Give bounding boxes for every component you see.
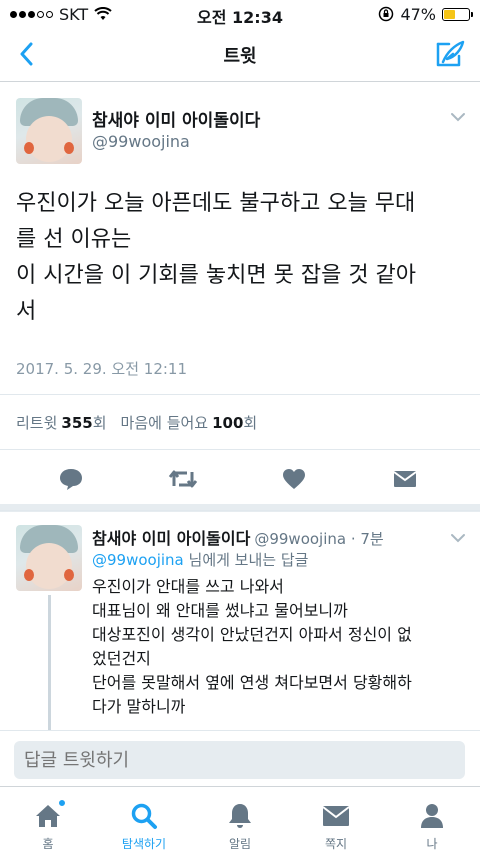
compose-tweet-button[interactable] bbox=[432, 36, 468, 72]
tab-label: 알림 bbox=[228, 837, 252, 851]
tweet-text-line: 우진이가 오늘 아픈데도 불구하고 오늘 무대 bbox=[16, 191, 416, 216]
thread-connector bbox=[48, 595, 51, 731]
reply-author-name[interactable]: 참새야 이미 아이돌이다 bbox=[92, 529, 250, 548]
status-right: 47% bbox=[378, 4, 473, 24]
battery-fill bbox=[444, 9, 456, 19]
reply-text: 우진이가 안대를 쓰고 나와서 대표님이 왜 안대를 썼냐고 물어보니까 대상포… bbox=[92, 575, 468, 719]
likes-count: 100 bbox=[212, 413, 244, 432]
home-icon bbox=[32, 799, 66, 831]
tab-home[interactable]: 홈 bbox=[0, 787, 96, 854]
reply-tweet[interactable]: 참새야 이미 아이돌이다 @99woojina · 7분 @99woojina 님… bbox=[0, 510, 480, 731]
chevron-down-icon[interactable] bbox=[450, 533, 466, 543]
tab-search[interactable]: 탐색하기 bbox=[96, 787, 192, 854]
retweet-count-stat[interactable]: 리트윗 355회 bbox=[16, 412, 107, 433]
like-button[interactable] bbox=[279, 464, 309, 494]
retweet-icon bbox=[168, 470, 198, 488]
envelope-icon bbox=[393, 471, 417, 487]
tab-profile[interactable]: 나 bbox=[384, 787, 480, 854]
reply-text-line: 다가 말하니까 bbox=[92, 697, 186, 716]
tab-notifications[interactable]: 알림 bbox=[192, 787, 288, 854]
reply-text-line: 었던건지 bbox=[92, 649, 151, 668]
carrier-label: SKT bbox=[59, 4, 89, 24]
avatar[interactable] bbox=[16, 525, 82, 591]
reply-button[interactable] bbox=[56, 464, 86, 494]
tweet-actions bbox=[0, 450, 480, 512]
reply-input[interactable] bbox=[14, 741, 465, 779]
navigation-bar: 트윗 bbox=[0, 28, 480, 82]
reply-text-line: 우진이가 안대를 쓰고 나와서 bbox=[92, 577, 284, 596]
heart-icon bbox=[283, 469, 305, 489]
reply-icon bbox=[60, 469, 82, 490]
author-name[interactable]: 참새야 이미 아이돌이다 bbox=[92, 106, 260, 131]
reply-to-mention[interactable]: @99woojina bbox=[92, 551, 184, 569]
search-icon bbox=[128, 801, 160, 831]
chevron-left-icon bbox=[20, 42, 33, 66]
mail-icon bbox=[320, 801, 352, 831]
signal-strength-icon bbox=[10, 10, 53, 18]
direct-message-button[interactable] bbox=[390, 464, 420, 494]
reply-meta: @99woojina · 7분 bbox=[254, 530, 384, 548]
wifi-icon bbox=[94, 7, 112, 20]
chevron-down-icon[interactable] bbox=[450, 112, 466, 122]
reply-text-line: 대표님이 왜 안대를 썼냐고 물어보니까 bbox=[92, 601, 348, 620]
avatar[interactable] bbox=[16, 98, 82, 164]
tab-label: 쪽지 bbox=[324, 837, 348, 851]
notification-dot bbox=[58, 799, 66, 807]
back-button[interactable] bbox=[8, 36, 44, 72]
person-icon bbox=[416, 801, 448, 831]
retweets-unit: 회 bbox=[92, 413, 107, 432]
tweet-text-line: 를 선 이유는 bbox=[16, 227, 132, 252]
bell-icon bbox=[224, 801, 256, 831]
tab-bar: 홈 탐색하기 알림 쪽지 나 bbox=[0, 786, 480, 854]
status-left: SKT bbox=[10, 5, 112, 24]
tweet-stats: 리트윗 355회 마음에 들어요 100회 bbox=[0, 394, 480, 450]
tweet-author[interactable]: 참새야 이미 아이돌이다 @99woojina bbox=[16, 98, 466, 164]
retweets-count: 355 bbox=[61, 413, 93, 432]
tab-messages[interactable]: 쪽지 bbox=[288, 787, 384, 854]
page-title: 트윗 bbox=[223, 45, 257, 67]
likes-label: 마음에 들어요 bbox=[120, 413, 209, 432]
reply-text-line: 단어를 못말해서 옆에 연생 쳐다보면서 당황해하 bbox=[92, 673, 412, 692]
retweets-label: 리트윗 bbox=[16, 413, 58, 432]
tweet-text: 우진이가 오늘 아픈데도 불구하고 오늘 무대 를 선 이유는 이 시간을 이 … bbox=[16, 186, 464, 330]
rotation-lock-icon bbox=[379, 6, 394, 22]
like-count-stat[interactable]: 마음에 들어요 100회 bbox=[121, 412, 258, 433]
battery-icon bbox=[442, 7, 473, 21]
retweet-button[interactable] bbox=[168, 464, 198, 494]
tweet-text-line: 서 bbox=[16, 299, 37, 324]
reply-to-line: @99woojina 님에게 보내는 답글 bbox=[92, 549, 308, 570]
tab-label: 탐색하기 bbox=[121, 837, 167, 851]
status-bar: SKT 오전 12:34 47% bbox=[0, 0, 480, 28]
reply-to-suffix: 님에게 보내는 답글 bbox=[183, 551, 309, 569]
tab-label: 나 bbox=[426, 837, 438, 851]
reply-header: 참새야 이미 아이돌이다 @99woojina · 7분 bbox=[92, 525, 384, 549]
reply-composer bbox=[0, 730, 480, 786]
likes-unit: 회 bbox=[243, 413, 258, 432]
compose-quill-icon bbox=[436, 40, 465, 67]
author-handle[interactable]: @99woojina bbox=[92, 132, 190, 151]
tab-label: 홈 bbox=[42, 837, 54, 851]
tweet-timestamp: 2017. 5. 29. 오전 12:11 bbox=[16, 360, 188, 378]
reply-text-line: 대상포진이 생각이 안났던건지 아파서 정신이 없 bbox=[92, 625, 412, 644]
tweet-text-line: 이 시간을 이 기회를 놓치면 못 잡을 것 같아 bbox=[16, 263, 417, 288]
battery-percent: 47% bbox=[400, 4, 436, 24]
